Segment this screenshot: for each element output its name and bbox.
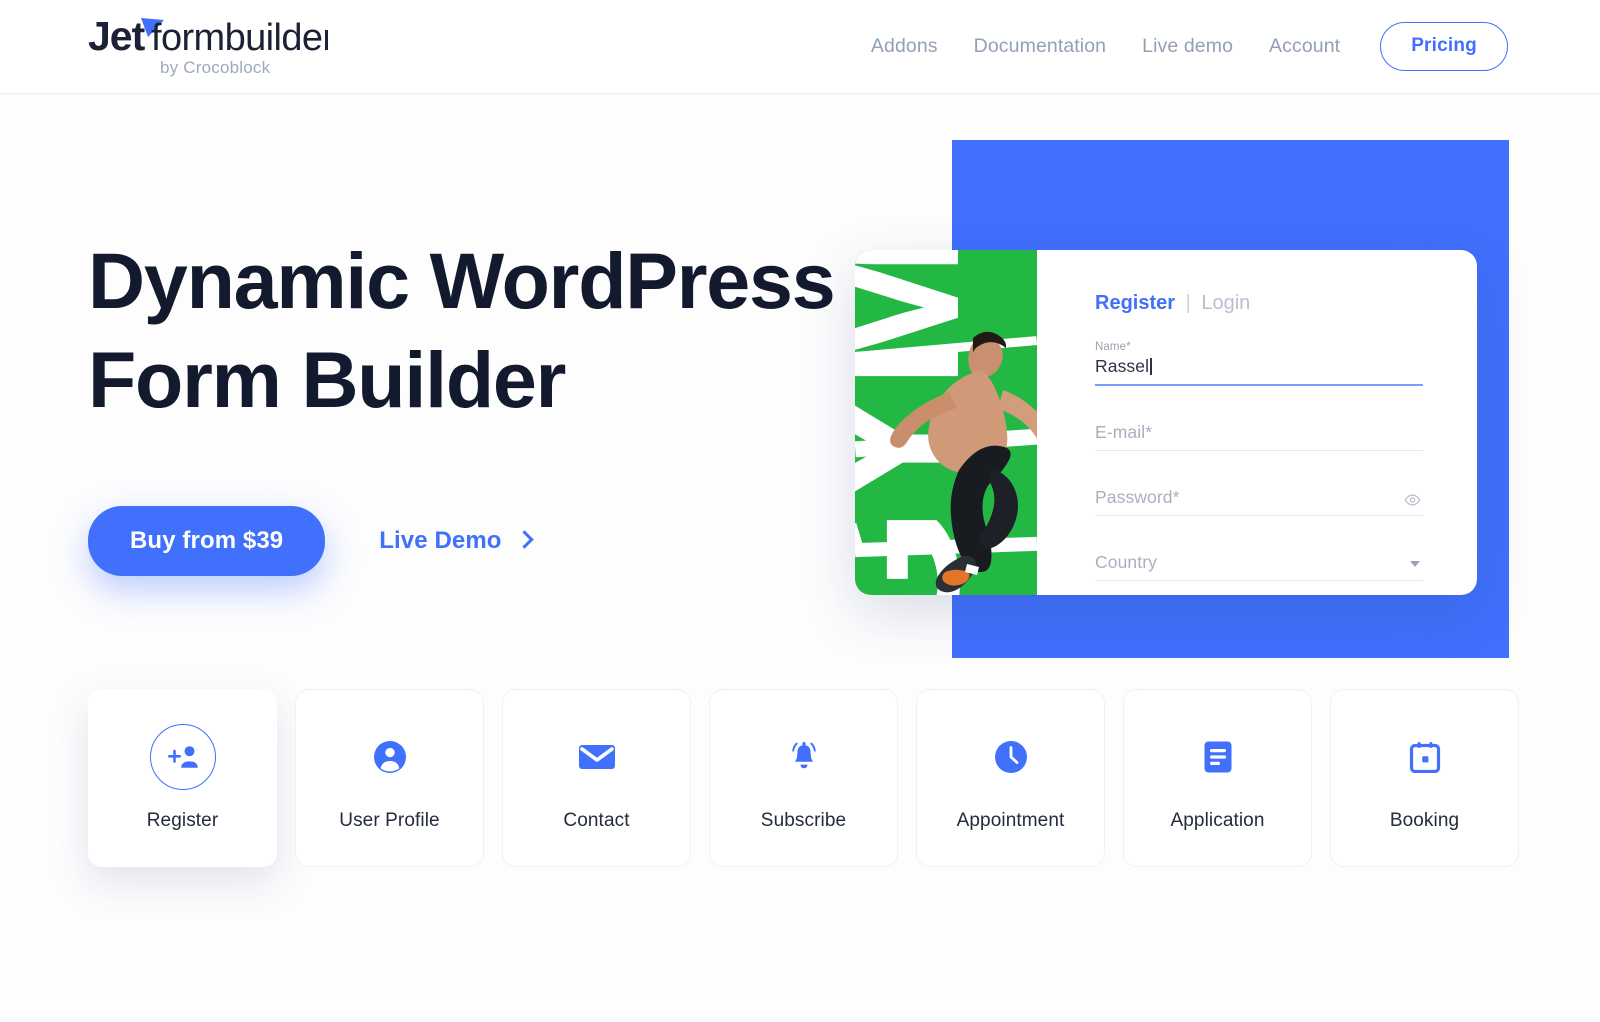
icon-ring (149, 724, 216, 790)
form-type-icon-wrap (787, 724, 821, 790)
pricing-button[interactable]: Pricing (1380, 22, 1508, 71)
gym-photo: GYM (855, 250, 1037, 595)
hero-visual: GYM (855, 130, 1545, 658)
form-type-label: Application (1170, 810, 1265, 831)
bell-icon (791, 742, 816, 769)
hero-title-line-1: Dynamic WordPress (88, 236, 836, 325)
athlete-illustration (890, 331, 1037, 593)
live-demo-link[interactable]: Live Demo (379, 526, 534, 555)
field-name-label: Name* (1095, 341, 1131, 353)
text-caret (1150, 358, 1152, 375)
svg-text:formbuilder: formbuilder (151, 17, 328, 59)
field-password: Password* (1095, 468, 1423, 516)
form-type-icon-wrap (149, 724, 216, 790)
page-root: Jet formbuilder by Crocoblock Addons Doc… (0, 0, 1600, 1022)
live-demo-label: Live Demo (379, 526, 502, 554)
form-type-card-contact[interactable]: Contact (502, 689, 691, 867)
field-country: Country (1095, 533, 1423, 581)
form-type-icon-wrap (578, 724, 616, 790)
chevron-down-icon[interactable] (1410, 561, 1420, 567)
field-name-input[interactable]: Rassel (1095, 356, 1423, 386)
form-type-label: User Profile (339, 810, 440, 831)
form-type-card-user-profile[interactable]: User Profile (295, 689, 484, 867)
form-type-card-booking[interactable]: Booking (1330, 689, 1519, 867)
user-circle-icon (373, 741, 406, 773)
form-type-cards: Register User Profile Contact Subscribe … (88, 689, 1519, 867)
preview-form-fields: Register | Login Name* Rassel E-mail* Pa… (1037, 250, 1477, 595)
form-type-card-application[interactable]: Application (1123, 689, 1312, 867)
main-navigation: Addons Documentation Live demo Account P… (853, 22, 1508, 71)
tab-login[interactable]: Login (1201, 292, 1250, 314)
site-header: Jet formbuilder by Crocoblock Addons Doc… (0, 0, 1600, 94)
document-icon (1204, 741, 1231, 773)
form-type-card-appointment[interactable]: Appointment (916, 689, 1105, 867)
clock-icon (994, 741, 1027, 773)
nav-item-live-demo[interactable]: Live demo (1124, 35, 1251, 58)
form-type-icon-wrap (1203, 724, 1233, 790)
form-type-card-subscribe[interactable]: Subscribe (709, 689, 898, 867)
field-email-input[interactable]: E-mail* (1095, 403, 1423, 451)
field-email: E-mail* (1095, 403, 1423, 451)
form-type-label: Contact (563, 810, 630, 831)
field-name: Name* Rassel (1095, 341, 1423, 386)
svg-text:Jet: Jet (88, 13, 146, 59)
calendar-icon (1409, 742, 1440, 773)
page-title: Dynamic WordPress Form Builder (88, 232, 848, 430)
form-type-icon-wrap (994, 724, 1028, 790)
form-type-icon-wrap (373, 724, 407, 790)
nav-item-documentation[interactable]: Documentation (956, 35, 1124, 58)
hero-actions: Buy from $39 Live Demo (88, 505, 848, 576)
form-type-label: Booking (1389, 810, 1460, 831)
form-type-icon-wrap (1409, 724, 1441, 790)
nav-item-addons[interactable]: Addons (853, 35, 956, 58)
tab-separator: | (1185, 292, 1191, 314)
eye-icon[interactable] (1404, 494, 1421, 506)
hero-text-block: Dynamic WordPress Form Builder Buy from … (88, 232, 848, 576)
form-type-card-register[interactable]: Register (88, 689, 277, 867)
chevron-right-icon (514, 530, 534, 549)
buy-button[interactable]: Buy from $39 (88, 505, 326, 576)
field-name-value: Rassel (1095, 356, 1150, 376)
hero-title-line-2: Form Builder (88, 334, 566, 424)
field-password-input[interactable]: Password* (1095, 468, 1423, 516)
form-type-label: Appointment (956, 810, 1065, 831)
svg-text:by Crocoblock: by Crocoblock (160, 58, 271, 77)
nav-item-account[interactable]: Account (1251, 35, 1358, 58)
person-add-icon (167, 746, 198, 768)
field-country-select[interactable]: Country (1095, 533, 1423, 581)
tab-register[interactable]: Register (1095, 292, 1175, 314)
form-type-label: Subscribe (760, 810, 847, 831)
site-logo[interactable]: Jet formbuilder by Crocoblock (88, 11, 328, 83)
form-tabs: Register | Login (1095, 292, 1423, 315)
form-type-label: Register (146, 810, 219, 831)
jetformbuilder-logo-svg: Jet formbuilder by Crocoblock (88, 13, 328, 77)
envelope-icon (578, 745, 615, 769)
form-preview-card: GYM (855, 250, 1477, 595)
